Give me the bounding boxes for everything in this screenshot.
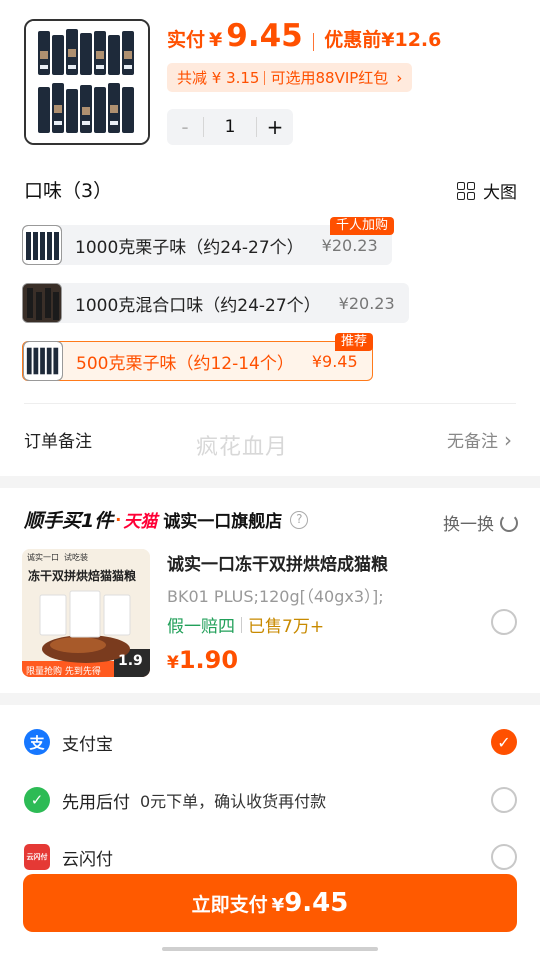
pay-later-icon: ✓ xyxy=(24,787,50,813)
popular-badge: 千人加购 xyxy=(330,217,395,235)
flavor-thumbnail xyxy=(22,283,62,323)
trial-pack-text: 试吃装 xyxy=(64,553,88,562)
flavor-option-name: 500克栗子味（约12-14个） xyxy=(76,353,294,374)
home-indicator[interactable] xyxy=(162,947,378,951)
flavor-section-title: 口味（3） xyxy=(24,180,113,202)
flavor-thumbnail xyxy=(22,225,62,265)
pay-amount: 9.45 xyxy=(226,18,303,54)
payment-method-name: 支付宝 xyxy=(62,734,113,755)
section-gap xyxy=(0,693,540,705)
brand-logo-text: 诚实一口 xyxy=(27,553,59,562)
pay-now-button[interactable]: 立即支付 ¥ 9.45 xyxy=(23,874,517,932)
shop-name[interactable]: 诚实一口旗舰店 xyxy=(163,507,282,532)
pay-now-amount: 9.45 xyxy=(284,888,349,918)
addon-title: 顺手买1件 xyxy=(24,510,114,532)
decrease-button[interactable]: - xyxy=(167,115,203,139)
alipay-radio-selected[interactable]: ✓ xyxy=(491,729,517,755)
divider xyxy=(264,70,266,85)
watermark-text: 疯花血月 xyxy=(196,435,289,460)
sales-count: 已售7万+ xyxy=(248,617,325,637)
product-image[interactable] xyxy=(24,19,150,145)
discount-coupon-bar[interactable]: 共减 ¥ 3.15 可选用88VIP红包 › xyxy=(167,63,413,92)
swap-button[interactable]: 换一换 xyxy=(443,510,518,535)
divider xyxy=(312,33,315,51)
vip-coupon-link: 可选用88VIP红包 xyxy=(270,69,389,87)
view-large-button[interactable]: 大图 xyxy=(457,178,517,203)
addon-tags: 假一赔四 已售7万+ xyxy=(167,612,324,637)
pay-now-label: 立即支付 xyxy=(191,894,268,916)
pay-label: 实付 xyxy=(167,29,206,51)
addon-product-image[interactable]: 诚实一口 试吃装 冻干双拼烘焙猫猫粮 限量抢购 先到先得 1.9 xyxy=(22,549,150,677)
guarantee-tag: 假一赔四 xyxy=(167,617,235,637)
original-label: 优惠前 xyxy=(324,29,382,51)
flavor-option-price: ¥20.23 xyxy=(321,235,378,255)
currency-symbol: ¥ xyxy=(209,29,223,51)
discount-text: 共减 ¥ 3.15 xyxy=(177,69,260,87)
increase-button[interactable]: + xyxy=(257,115,293,139)
recommend-badge: 推荐 xyxy=(335,333,374,351)
refresh-icon xyxy=(500,513,518,532)
price-summary: 实付 ¥ 9.45 优惠前 ¥12.6 xyxy=(167,18,441,66)
flavor-thumbnail xyxy=(23,341,63,381)
original-price: ¥12.6 xyxy=(381,29,442,51)
addon-header: 顺手买1件 · 天猫 诚实一口旗舰店 ? xyxy=(24,506,309,533)
addon-price-value: 1.90 xyxy=(178,646,239,674)
order-note-value: 无备注 xyxy=(447,432,498,452)
grid-icon xyxy=(457,181,475,200)
flavor-option-selected[interactable]: 500克栗子味（约12-14个） ¥9.45 xyxy=(22,341,373,381)
pay-later-radio[interactable] xyxy=(491,787,517,813)
payment-method-name: 云闪付 xyxy=(62,849,113,870)
addon-select-radio[interactable] xyxy=(491,609,517,635)
payment-method-name: 先用后付 xyxy=(62,792,130,813)
flavor-option[interactable]: 1000克混合口味（约24-27个） ¥20.23 xyxy=(22,283,409,323)
swap-label: 换一换 xyxy=(443,515,494,535)
flavor-option-name: 1000克混合口味（约24-27个） xyxy=(75,295,321,316)
alipay-icon: 支 xyxy=(24,729,50,755)
product-banner-text: 冻干双拼烘焙猫猫粮 xyxy=(28,569,137,583)
payment-method-alipay[interactable]: 支 支付宝 xyxy=(24,729,113,755)
divider xyxy=(24,403,516,404)
tmall-logo: 天猫 xyxy=(123,512,158,532)
quantity-stepper[interactable]: - 1 + xyxy=(167,109,293,145)
payment-method-desc: 0元下单，确认收货再付款 xyxy=(140,792,327,811)
flavor-option-price: ¥20.23 xyxy=(338,293,395,313)
chevron-right-icon: › xyxy=(396,68,403,87)
order-note-label: 订单备注 xyxy=(24,432,92,452)
promo-price-text: 1.9 xyxy=(118,653,143,669)
payment-method-pay-later[interactable]: ✓ 先用后付 0元下单，确认收货再付款 xyxy=(24,787,326,813)
addon-price: ¥1.90 xyxy=(167,646,239,674)
addon-product-spec: BK01 PLUS;120g[（40gx3）]; xyxy=(167,587,384,606)
section-gap xyxy=(0,476,540,488)
help-icon[interactable]: ? xyxy=(290,510,309,529)
addon-product-name[interactable]: 诚实一口冻干双拼烘焙成猫粮 xyxy=(167,550,388,575)
promo-footer-text: 限量抢购 先到先得 xyxy=(26,667,101,677)
flavor-option-name: 1000克栗子味（约24-27个） xyxy=(75,237,304,258)
payment-method-unionpay[interactable]: 云闪付 云闪付 xyxy=(24,844,113,870)
unionpay-radio[interactable] xyxy=(491,844,517,870)
view-large-label: 大图 xyxy=(483,183,517,203)
unionpay-icon: 云闪付 xyxy=(24,844,50,870)
quantity-value[interactable]: 1 xyxy=(203,117,257,137)
flavor-option-price: ¥9.45 xyxy=(311,351,358,371)
divider xyxy=(241,616,242,633)
order-note-field[interactable]: 无备注 › xyxy=(447,427,512,453)
chevron-right-icon: › xyxy=(504,427,512,452)
